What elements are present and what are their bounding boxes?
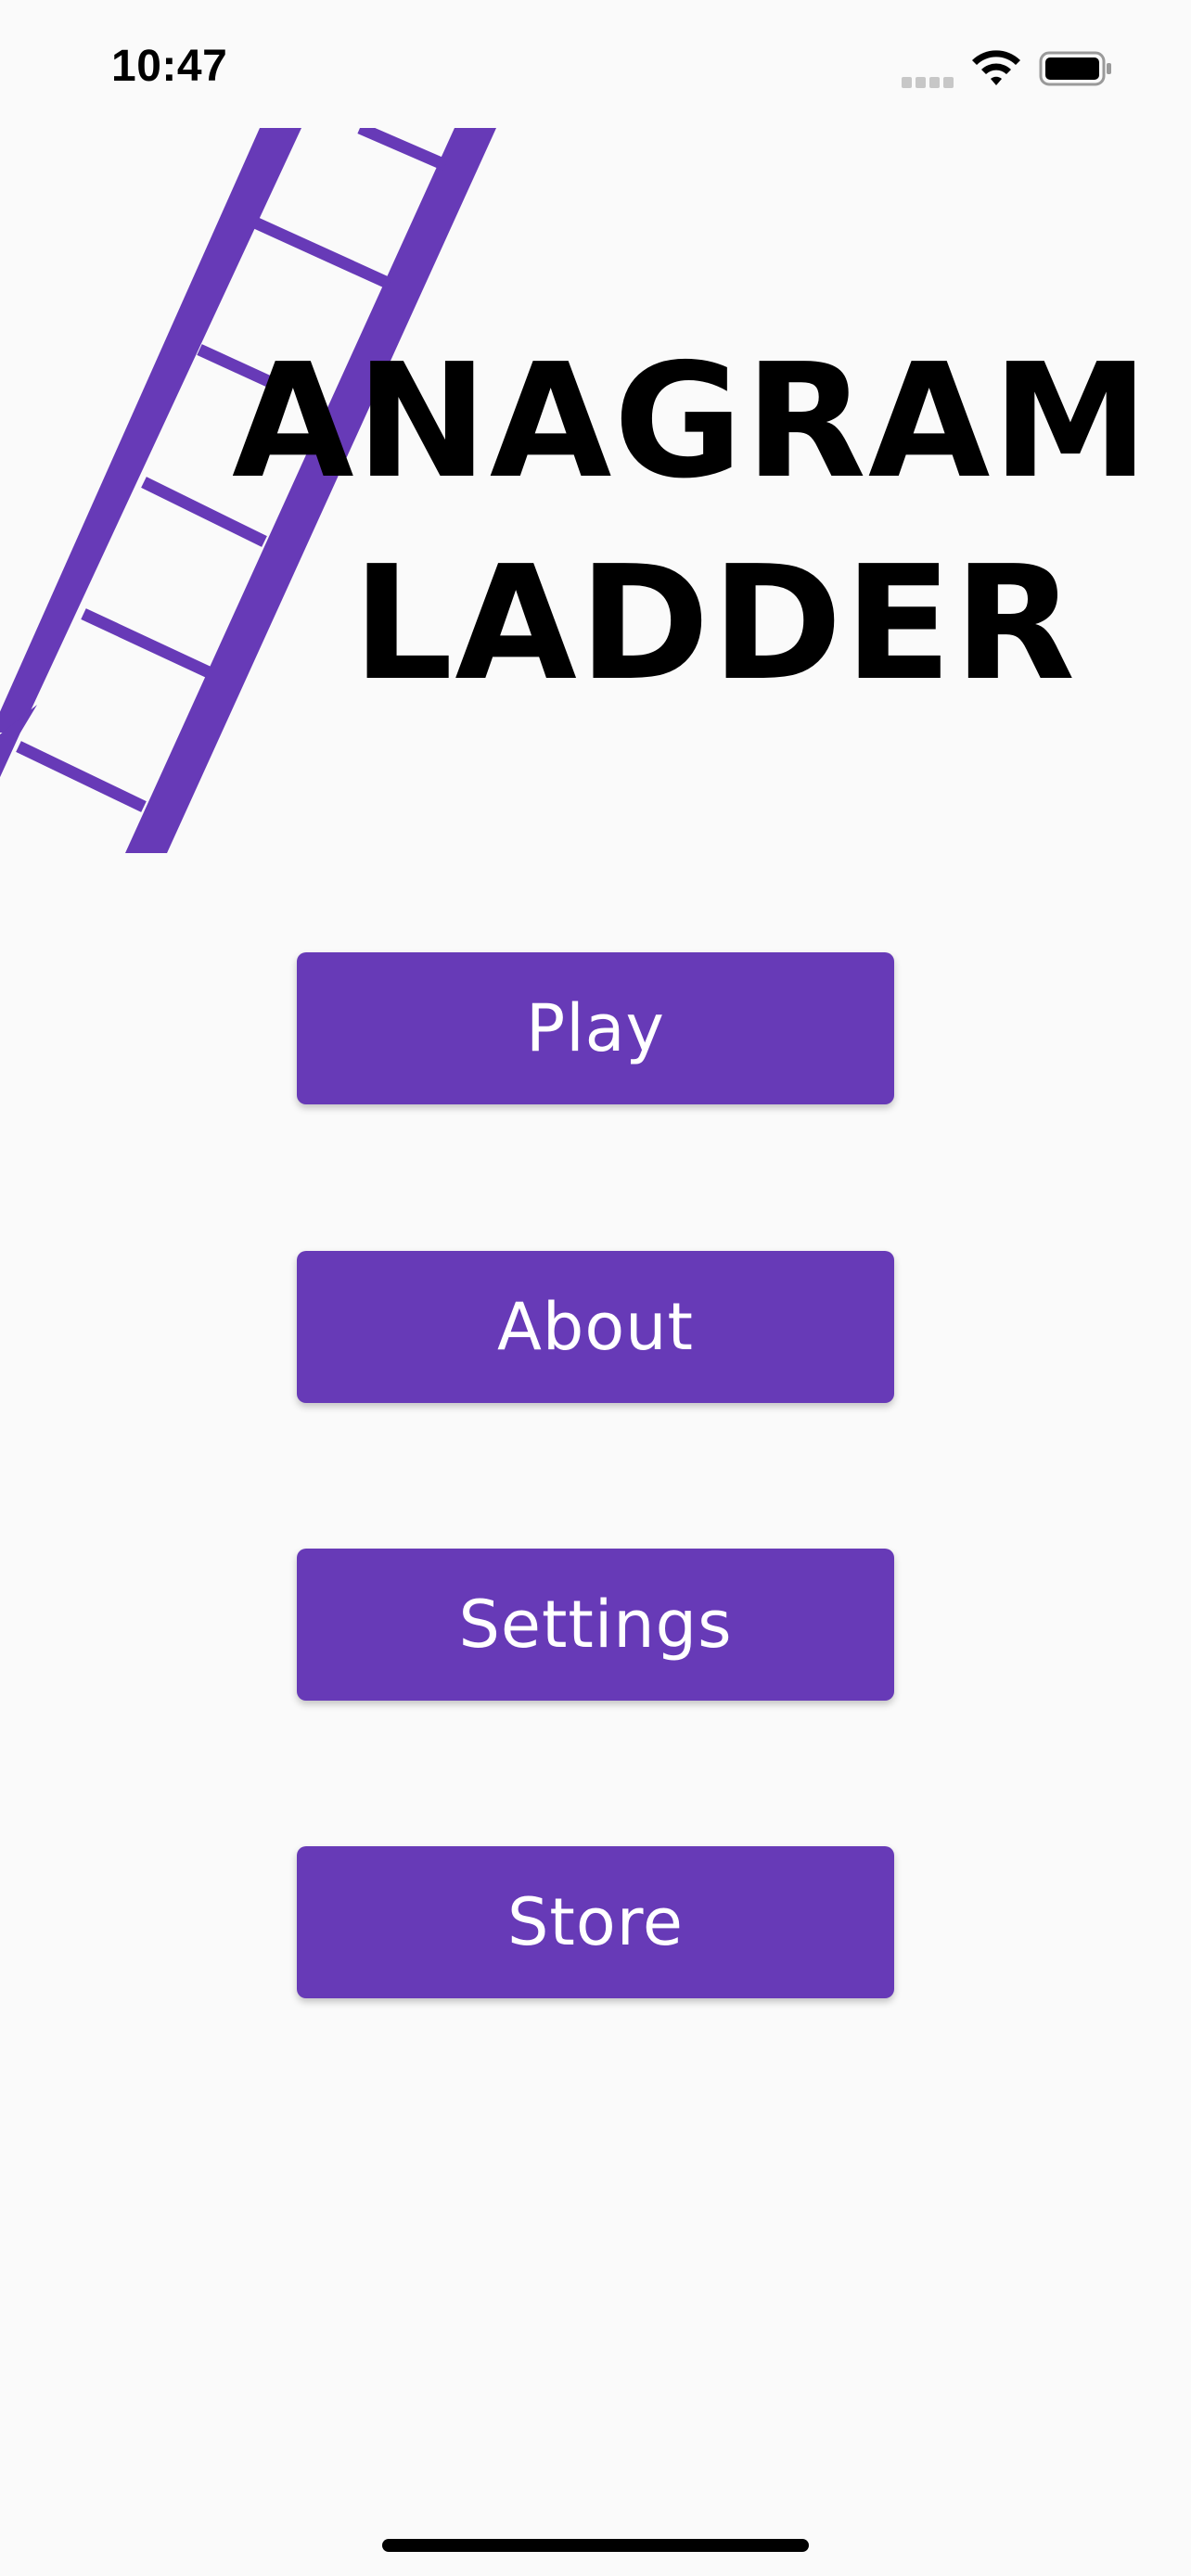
- home-indicator[interactable]: [382, 2539, 809, 2552]
- settings-button[interactable]: Settings: [297, 1549, 894, 1701]
- status-time: 10:47: [111, 42, 228, 91]
- title-line-2: LADDER: [352, 532, 1078, 716]
- app-screen: 10:47 ANAGRAM LADDER Play About Settings…: [0, 0, 1191, 2576]
- store-button[interactable]: Store: [297, 1846, 894, 1998]
- title-line-1: ANAGRAM: [232, 330, 1151, 514]
- play-button[interactable]: Play: [297, 952, 894, 1104]
- signal-icon: [902, 74, 957, 88]
- battery-icon: [1039, 51, 1111, 86]
- about-button[interactable]: About: [297, 1251, 894, 1403]
- wifi-icon: [972, 50, 1020, 85]
